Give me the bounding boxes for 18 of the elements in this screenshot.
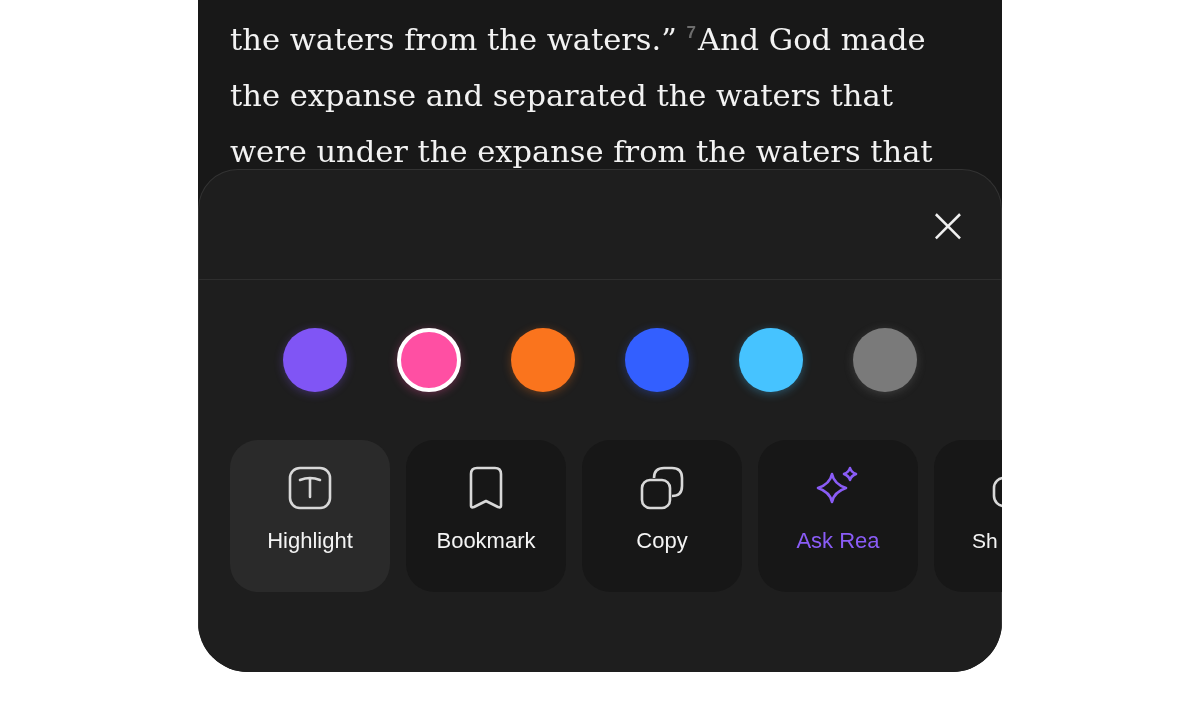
passage-text: were under the expanse from the waters that <box>230 133 933 169</box>
bookmark-icon <box>468 466 504 510</box>
color-swatch[interactable] <box>625 328 689 392</box>
copy-button[interactable]: Copy <box>582 440 742 592</box>
close-button[interactable]: × <box>927 202 963 247</box>
color-swatch[interactable] <box>283 328 347 392</box>
color-swatch[interactable] <box>397 328 461 392</box>
passage-text: the waters from the waters.” $^{7}$And God made <box>230 21 926 59</box>
ask-button[interactable]: Ask Rea <box>758 440 918 592</box>
copy-icon <box>640 466 684 510</box>
color-swatch[interactable] <box>739 328 803 392</box>
share-button[interactable]: Sh <box>934 440 1002 592</box>
color-swatch[interactable] <box>853 328 917 392</box>
highlight-button[interactable]: Highlight <box>230 440 390 592</box>
bookmark-button[interactable]: Bookmark <box>406 440 566 592</box>
color-swatch[interactable] <box>511 328 575 392</box>
passage-text: the expanse and separated the waters that <box>230 77 893 115</box>
text-square-icon <box>288 466 332 510</box>
